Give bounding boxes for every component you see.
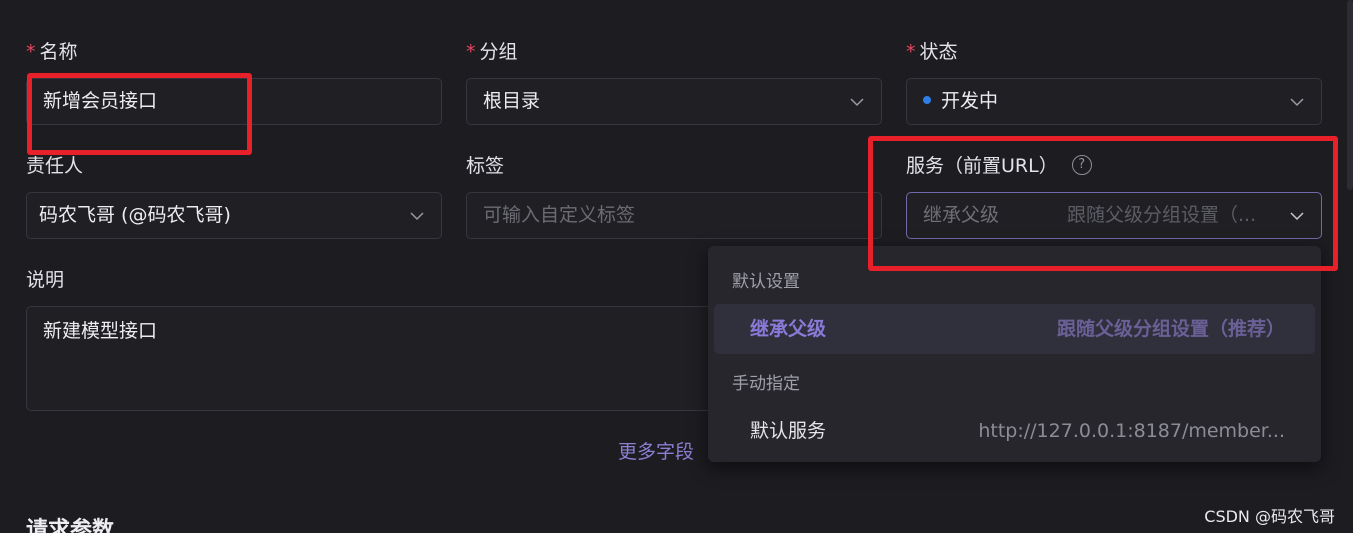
- group-select[interactable]: 根目录: [466, 78, 882, 125]
- chevron-down-icon: [1289, 94, 1305, 110]
- more-fields-link[interactable]: 更多字段: [618, 437, 694, 464]
- service-dropdown: 默认设置 继承父级 跟随父级分组设置（推荐） 手动指定 默认服务 http://…: [708, 246, 1321, 462]
- required-mark: *: [466, 41, 476, 63]
- description-label: 说明: [26, 269, 65, 291]
- required-mark: *: [26, 41, 36, 63]
- chevron-down-icon: [849, 94, 865, 110]
- owner-label: 责任人: [26, 155, 84, 177]
- tags-input[interactable]: 可输入自定义标签: [466, 192, 882, 239]
- highlight-box: [27, 73, 252, 155]
- required-mark: *: [906, 41, 916, 63]
- name-label: * 名称: [26, 41, 78, 63]
- status-label: * 状态: [906, 41, 958, 63]
- owner-select[interactable]: 码农飞哥 (@码农飞哥): [26, 192, 442, 239]
- highlight-box: [868, 136, 1338, 271]
- tags-label: 标签: [466, 155, 505, 177]
- section-title: 请求参数: [26, 518, 115, 533]
- dropdown-group-title: 手动指定: [732, 374, 800, 394]
- scrollbar[interactable]: [1347, 0, 1353, 190]
- dropdown-group-title: 默认设置: [732, 272, 800, 292]
- status-dot: [923, 95, 931, 104]
- dropdown-option-inherit[interactable]: 继承父级 跟随父级分组设置（推荐）: [714, 304, 1315, 354]
- watermark: CSDN @码农飞哥: [1204, 507, 1335, 526]
- dropdown-option-default-service[interactable]: 默认服务 http://127.0.0.1:8187/member...: [714, 406, 1315, 456]
- status-select[interactable]: 开发中: [906, 78, 1322, 125]
- group-label: * 分组: [466, 41, 518, 63]
- chevron-down-icon: [409, 208, 425, 224]
